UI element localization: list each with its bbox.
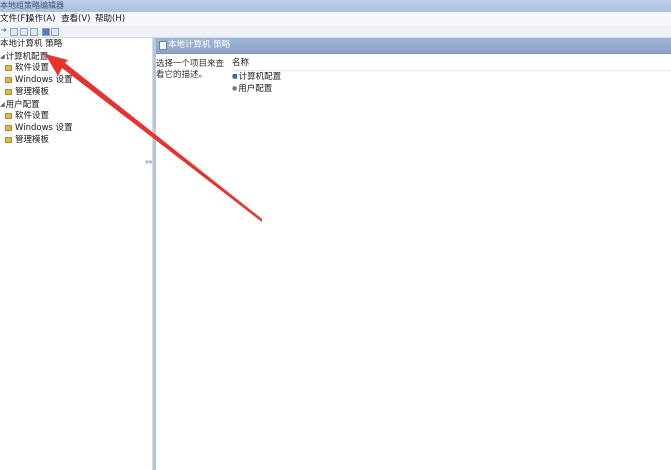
details-header: 本地计算机 策略 [156, 38, 671, 54]
details-header-title: 本地计算机 策略 [168, 40, 231, 50]
menu-bar: 文件(F) 操作(A) 查看(V) 帮助(H) [0, 12, 671, 27]
column-header-label: 名称 [232, 58, 250, 68]
description-text: 选择一个项目来查看它的描述。 [156, 59, 225, 80]
toolbar: ➜ [0, 26, 671, 38]
tree-item-admin-templates-user[interactable]: 管理模板 [5, 135, 49, 146]
policy-document-icon [159, 41, 167, 50]
menu-file[interactable]: 文件(F) [0, 13, 29, 25]
tree-node-user-config[interactable]: ◢用户配置 [0, 99, 40, 111]
tree-item-software-settings[interactable]: 软件设置 [5, 63, 49, 74]
tree-item-label: 管理模板 [15, 135, 50, 145]
tree-item-software-settings-user[interactable]: 软件设置 [5, 111, 49, 122]
tree-node-computer-config[interactable]: ◢计算机配置 [0, 51, 48, 63]
folder-icon [5, 112, 12, 119]
tree-pane: 本地计算机 策略 ◢计算机配置 软件设置 Windows 设置 管理模板 ◢用户… [0, 38, 152, 470]
list-item-computer-config[interactable]: ■计算机配置 [232, 71, 281, 83]
export-list-icon[interactable] [30, 28, 38, 36]
window-title: 本地组策略编辑器 [0, 1, 64, 10]
tree-item-label: 软件设置 [15, 111, 50, 121]
help-icon[interactable] [42, 28, 50, 36]
up-folder-icon[interactable] [10, 28, 18, 36]
menu-help[interactable]: 帮助(H) [95, 13, 125, 25]
tree-item-windows-settings-user[interactable]: Windows 设置 [5, 123, 73, 134]
folder-icon [5, 136, 12, 143]
computer-config-icon: ■ [232, 73, 238, 80]
details-pane: 本地计算机 策略 选择一个项目来查看它的描述。 名称 ■计算机配置 ●用户配置 [156, 38, 671, 470]
menu-action[interactable]: 操作(A) [26, 13, 55, 25]
properties-icon[interactable] [51, 28, 59, 36]
tree-node-label: 计算机配置 [5, 52, 49, 62]
window-title-bar: 本地组策略编辑器 [0, 0, 671, 12]
list-item-label: 计算机配置 [238, 72, 282, 82]
folder-icon [5, 76, 12, 83]
folder-icon [5, 124, 12, 131]
forward-arrow-icon[interactable]: ➜ [1, 26, 7, 35]
resize-arrows-icon[interactable]: ⇔ [145, 158, 153, 168]
column-header-name[interactable]: 名称 [232, 58, 671, 71]
folder-icon [5, 64, 12, 71]
tree-item-label: Windows 设置 [15, 123, 73, 133]
folder-icon [5, 88, 12, 95]
tree-item-admin-templates[interactable]: 管理模板 [5, 87, 49, 98]
expanded-node-icon: ◢ [0, 53, 5, 60]
menu-view[interactable]: 查看(V) [61, 13, 90, 25]
list-item-label: 用户配置 [238, 84, 273, 94]
tree-item-label: Windows 设置 [15, 75, 73, 85]
tree-item-windows-settings[interactable]: Windows 设置 [5, 75, 73, 86]
expanded-node-icon: ◢ [0, 101, 5, 108]
user-config-icon: ● [232, 85, 238, 92]
list-item-user-config[interactable]: ●用户配置 [232, 83, 272, 95]
tree-node-label: 用户配置 [5, 100, 40, 110]
tree-item-label: 软件设置 [15, 63, 50, 73]
show-tree-icon[interactable] [20, 28, 28, 36]
tree-item-label: 管理模板 [15, 87, 50, 97]
tree-root[interactable]: 本地计算机 策略 [0, 39, 62, 50]
